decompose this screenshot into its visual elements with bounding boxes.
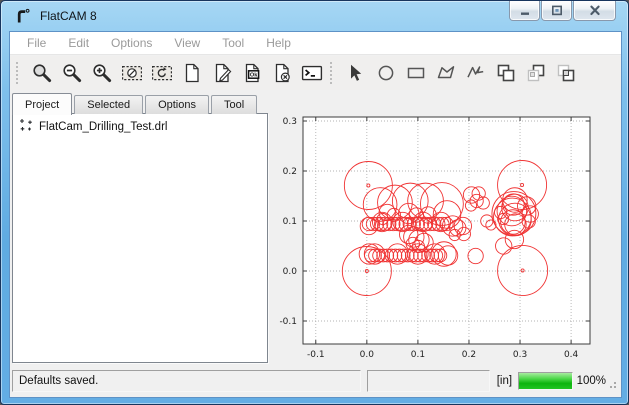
replot-icon [151, 62, 173, 84]
x-tick-label: -0.1 [307, 350, 325, 360]
titlebar[interactable]: FlatCAM 8 [1, 1, 628, 31]
tab-project[interactable]: Project [12, 93, 72, 115]
tab-tool[interactable]: Tool [211, 95, 257, 114]
toolbar-group: Ok [13, 59, 327, 87]
draw-polygon-button[interactable] [431, 59, 461, 87]
toolbar-group [327, 59, 581, 87]
subtract-icon [525, 62, 547, 84]
x-tick-label: 0.4 [564, 350, 579, 360]
zoom-fit-button[interactable] [27, 59, 57, 87]
client-area: FileEditOptionsViewToolHelp Ok ProjectSe… [9, 31, 622, 398]
x-tick-label: 0.0 [360, 350, 375, 360]
menu-item-options[interactable]: Options [100, 33, 163, 53]
union-button[interactable] [491, 59, 521, 87]
toolbar-drag-handle[interactable] [16, 62, 22, 84]
status-spare-panel [367, 370, 490, 392]
menu-item-file[interactable]: File [16, 33, 57, 53]
progress-fill [519, 373, 572, 389]
shell-icon [301, 62, 323, 84]
select-arrow-icon [345, 62, 367, 84]
new-project-icon [181, 62, 203, 84]
clear-plot-icon [121, 62, 143, 84]
menu-item-tool[interactable]: Tool [211, 33, 255, 53]
y-tick-label: 0.0 [283, 267, 298, 277]
menubar: FileEditOptionsViewToolHelp [10, 32, 621, 55]
caption-buttons [508, 1, 616, 21]
tree-item-label: FlatCam_Drilling_Test.drl [39, 121, 167, 133]
edit-file-icon [211, 62, 233, 84]
x-tick-label: 0.3 [513, 350, 527, 360]
progress-percent: 100% [577, 375, 606, 387]
statusbar: Defaults saved. [in] 100% [12, 367, 619, 395]
units-label: [in] [497, 375, 512, 387]
flatcam-window: FlatCAM 8 FileEditOptionsViewToolHelp Ok… [0, 0, 629, 405]
delete-file-button[interactable] [267, 59, 297, 87]
tab-options[interactable]: Options [145, 95, 209, 114]
status-message-panel: Defaults saved. [12, 370, 361, 392]
plot-panel: -0.1 0.0 0.1 0.2 0.3 0.4 -0.1 0.0 0.1 0.2 0.3 [270, 98, 608, 374]
plot-canvas[interactable]: -0.1 0.0 0.1 0.2 0.3 0.4 -0.1 0.0 0.1 0.2 0.3 [270, 98, 608, 374]
edit-file-button[interactable] [207, 59, 237, 87]
toolbar: Ok [10, 56, 621, 90]
maximize-icon [551, 5, 563, 16]
drill-object-icon [19, 118, 33, 135]
clear-plot-button[interactable] [117, 59, 147, 87]
zoom-out-icon [61, 62, 83, 84]
draw-circle-icon [375, 62, 397, 84]
zoom-fit-icon [31, 62, 53, 84]
window-title: FlatCAM 8 [40, 9, 97, 23]
y-tick-label: 0.3 [283, 117, 297, 127]
subtract-button[interactable] [521, 59, 551, 87]
draw-polyline-button[interactable] [461, 59, 491, 87]
progress-bar [518, 372, 573, 390]
zoom-in-icon [91, 62, 113, 84]
draw-polyline-icon [465, 62, 487, 84]
tab-selected[interactable]: Selected [74, 95, 143, 114]
maximize-button[interactable] [541, 1, 572, 21]
file-ok-icon: Ok [241, 62, 263, 84]
flatcam-logo-icon [14, 7, 32, 25]
close-icon [589, 5, 601, 16]
resize-grip[interactable] [606, 378, 617, 395]
menu-item-edit[interactable]: Edit [57, 33, 100, 53]
y-tick-label: 0.1 [283, 217, 297, 227]
delete-file-icon [271, 62, 293, 84]
y-tick-label: 0.2 [283, 167, 297, 177]
menu-item-view[interactable]: View [163, 33, 211, 53]
draw-circle-button[interactable] [371, 59, 401, 87]
y-tick-label: -0.1 [279, 317, 297, 327]
project-tree[interactable]: FlatCam_Drilling_Test.drl [12, 113, 268, 363]
zoom-in-button[interactable] [87, 59, 117, 87]
shell-button[interactable] [297, 59, 327, 87]
draw-polygon-icon [435, 62, 457, 84]
x-tick-label: 0.1 [411, 350, 425, 360]
draw-rectangle-icon [405, 62, 427, 84]
close-button[interactable] [573, 1, 616, 21]
select-arrow-button[interactable] [341, 59, 371, 87]
minimize-icon [519, 6, 531, 16]
intersect-icon [555, 62, 577, 84]
draw-rectangle-button[interactable] [401, 59, 431, 87]
tab-bar: ProjectSelectedOptionsTool [12, 92, 259, 114]
menu-item-help[interactable]: Help [255, 33, 302, 53]
union-icon [495, 62, 517, 84]
tree-item[interactable]: FlatCam_Drilling_Test.drl [13, 114, 267, 135]
new-project-button[interactable] [177, 59, 207, 87]
file-ok-button[interactable]: Ok [237, 59, 267, 87]
minimize-button[interactable] [509, 1, 540, 21]
intersect-button[interactable] [551, 59, 581, 87]
zoom-out-button[interactable] [57, 59, 87, 87]
svg-text:Ok: Ok [250, 73, 258, 79]
x-tick-label: 0.2 [462, 350, 476, 360]
status-message: Defaults saved. [19, 375, 98, 387]
replot-button[interactable] [147, 59, 177, 87]
toolbar-drag-handle[interactable] [330, 62, 336, 84]
